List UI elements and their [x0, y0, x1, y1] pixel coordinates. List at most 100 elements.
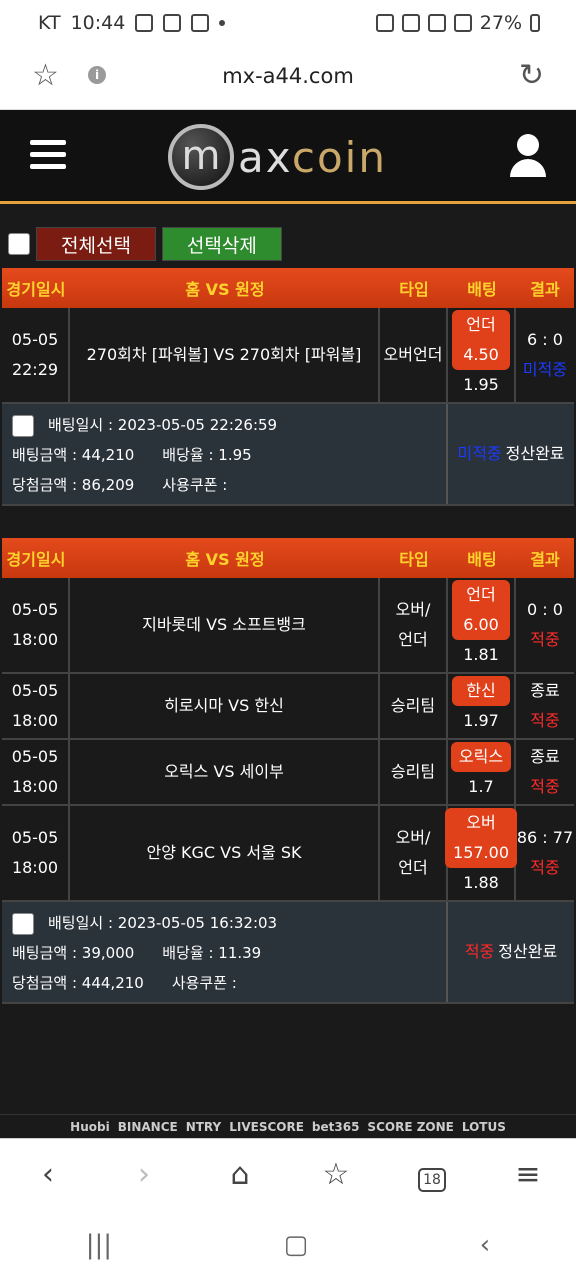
back-icon[interactable]: ‹ [23, 1157, 73, 1192]
home-button-icon[interactable]: ▢ [284, 1230, 309, 1260]
odds: 1.88 [463, 873, 499, 892]
outcome-label: 적중 [530, 630, 560, 649]
result-cell: 종료 적중 [516, 740, 574, 804]
outcome-label: 적중 [530, 777, 560, 796]
match-name: 지바롯데 VS 소프트뱅크 [70, 578, 380, 672]
telegram-icon [135, 14, 154, 32]
settle-status: 정산완료 [505, 444, 565, 463]
game-date: 05-05 [11, 681, 59, 700]
bet-cell: 오버 157.00 1.88 [445, 806, 517, 900]
game-time: 18:00 [11, 777, 59, 796]
result-cell: 0 : 0 적중 [516, 578, 574, 672]
bet-amount: 배팅금액 : 39,000 [12, 944, 135, 962]
bet-slip: 경기일시 홈 VS 원정 타입 배팅 결과 05-05 18:00 지바롯데 V… [2, 538, 574, 1004]
match-name: 안양 KGC VS 서울 SK [70, 806, 380, 900]
tabs-icon[interactable]: 18 [407, 1157, 457, 1192]
partner-logos: Huobi BINANCE NTRY LIVESCORE bet365 SCOR… [0, 1114, 576, 1138]
logo-ax: ax [238, 132, 292, 182]
bet-amount: 배팅금액 : 44,210 [12, 446, 135, 464]
partner-logo: BINANCE [117, 1119, 178, 1134]
pick-badge: 언더 6.00 [452, 580, 510, 640]
site-logo[interactable]: m axcoin [168, 122, 387, 192]
game-date-cell: 05-05 18:00 [2, 674, 70, 738]
header-bet: 배팅 [467, 280, 497, 299]
match-name: 히로시마 VS 한신 [70, 674, 380, 738]
win-amount: 당첨금액 : 86,209 [12, 476, 135, 494]
pick-badge: 한신 [452, 676, 510, 706]
pick-badge: 오버 157.00 [445, 808, 517, 868]
game-date-cell: 05-05 22:29 [2, 308, 70, 402]
url-field[interactable]: mx-a44.com [0, 64, 576, 88]
header-result: 결과 [530, 550, 560, 569]
wifi-icon [401, 14, 420, 32]
forward-icon[interactable]: › [119, 1157, 169, 1192]
partner-logo: bet365 [311, 1119, 360, 1134]
recents-icon[interactable]: ||| [86, 1230, 112, 1260]
clock: 10:44 [70, 12, 126, 34]
delete-selected-button[interactable]: 선택삭제 [161, 227, 282, 261]
pick-badge: 오릭스 [450, 742, 512, 772]
bet-type: 승리팀 [380, 674, 448, 738]
slip-summary: 배팅일시 : 2023-05-05 16:32:03 배팅금액 : 39,000… [2, 902, 574, 1004]
browser-menu-icon[interactable]: ≡ [503, 1157, 553, 1192]
carrier-label: KT [38, 12, 61, 34]
logo-m: m [168, 124, 234, 190]
bet-cell: 언더 6.00 1.81 [448, 578, 516, 672]
home-icon[interactable]: ⌂ [215, 1157, 265, 1192]
settle-status: 정산완료 [498, 942, 558, 961]
signal-icon [453, 14, 472, 32]
bookmarks-icon[interactable]: ☆ [311, 1157, 361, 1192]
pick-badge: 언더 4.50 [452, 310, 510, 370]
score: 종료 [530, 747, 560, 766]
odds: 1.95 [463, 375, 499, 394]
header-date: 경기일시 [6, 280, 66, 299]
slip-summary: 배팅일시 : 2023-05-05 22:26:59 배팅금액 : 44,210… [2, 404, 574, 506]
select-all-checkbox[interactable] [8, 233, 30, 255]
coupon: 사용쿠폰 : [171, 974, 237, 992]
status-bar: KT 10:44 27% [0, 0, 576, 48]
slip-checkbox[interactable] [12, 912, 34, 935]
outcome-label: 적중 [530, 711, 560, 730]
match-name: 오릭스 VS 세이부 [70, 740, 380, 804]
score: 종료 [530, 681, 560, 700]
partner-logo: LIVESCORE [229, 1119, 304, 1134]
system-nav-bar: ||| ▢ ‹ [0, 1210, 576, 1280]
bet-type: 오버/ 언더 [380, 806, 448, 900]
hd-icon [427, 14, 446, 32]
pick-odds: 157.00 [453, 843, 509, 862]
bet-rate: 배당율 : 11.39 [162, 944, 262, 962]
slip-checkbox[interactable] [12, 414, 34, 437]
cast-icon [191, 14, 210, 32]
more-notifications-icon [219, 20, 226, 26]
bet-type: 오버/ 언더 [380, 578, 448, 672]
partner-logo: SCORE ZONE [367, 1119, 454, 1134]
result-cell: 종료 적중 [516, 674, 574, 738]
bet-cell: 한신 1.97 [448, 674, 516, 738]
match-name: 270회차 [파워볼] VS 270회차 [파워볼] [70, 308, 380, 402]
reload-icon[interactable]: ↻ [519, 58, 544, 93]
header-match: 홈 VS 원정 [185, 280, 265, 299]
select-all-button[interactable]: 전체선택 [36, 227, 156, 261]
pick-label: 언더 [466, 585, 496, 604]
game-date: 05-05 [11, 330, 59, 349]
pick-label: 오버 [466, 813, 496, 832]
bet-type: 오버언더 [380, 308, 448, 402]
menu-icon[interactable] [30, 140, 66, 170]
bet-cell: 오릭스 1.7 [448, 740, 516, 804]
game-date: 05-05 [11, 747, 59, 766]
battery-level: 27% [479, 12, 522, 34]
game-date-cell: 05-05 18:00 [2, 740, 70, 804]
battery-icon [530, 14, 540, 32]
header-type: 타입 [399, 280, 429, 299]
pick-label: 언더 [466, 315, 496, 334]
slip-status: 적중 정산완료 [448, 902, 574, 1002]
browser-toolbar: ‹ › ⌂ ☆ 18 ≡ [0, 1138, 576, 1210]
game-time: 18:00 [11, 858, 59, 877]
header-date: 경기일시 [6, 550, 66, 569]
result-cell: 6 : 0 미적중 [516, 308, 574, 402]
tab-count: 18 [418, 1168, 446, 1192]
odds: 1.7 [468, 777, 494, 796]
system-back-icon[interactable]: ‹ [480, 1230, 490, 1260]
user-icon[interactable] [510, 134, 546, 178]
header-bet: 배팅 [467, 550, 497, 569]
